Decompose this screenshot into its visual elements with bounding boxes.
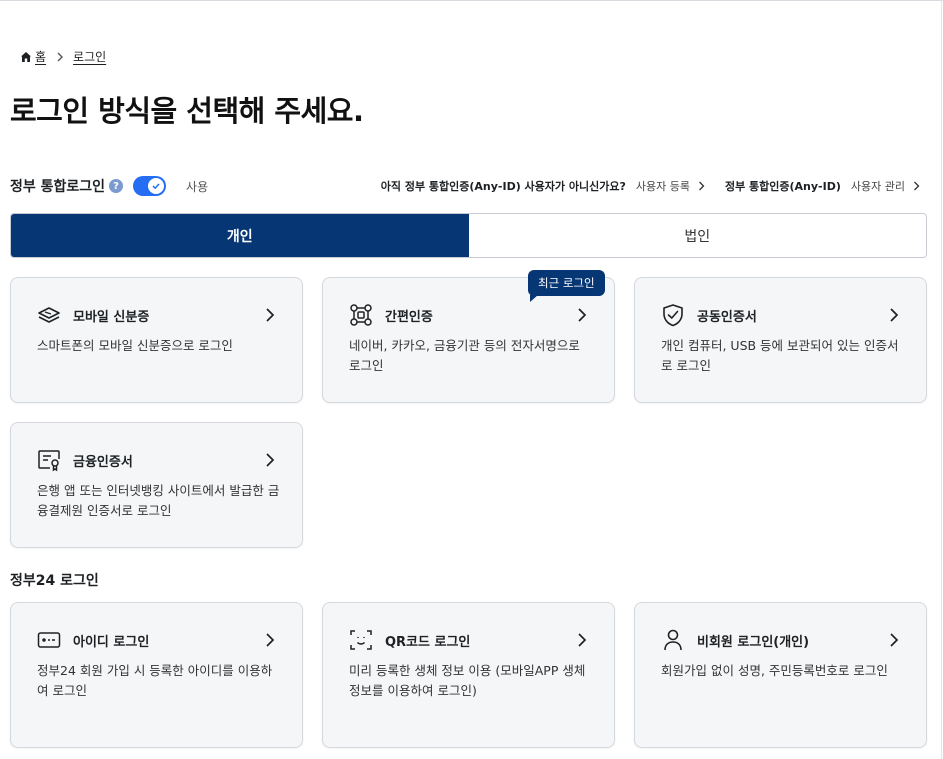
card-title: 비회원 로그인(개인) xyxy=(697,634,810,650)
card-description: 정부24 회원 가입 시 등록한 아이디를 이용하여 로그인 xyxy=(37,663,273,698)
card-financial-certificate[interactable]: 금융인증서 은행 앱 또는 인터넷뱅킹 사이트에서 발급한 금융결제원 인증서로… xyxy=(10,422,303,548)
card-guest-login[interactable]: 비회원 로그인(개인) 회원가입 없이 성명, 주민등록번호로 로그인 xyxy=(634,602,927,748)
toggle-label: 사용 xyxy=(186,179,209,194)
gov24-section-title: 정부24 로그인 xyxy=(10,573,99,589)
card-qr-login[interactable]: QR코드 로그인 미리 등록한 생체 정보 이용 (모바일APP 생체정보를 이… xyxy=(322,602,615,748)
card-description: 회원가입 없이 성명, 주민등록번호로 로그인 xyxy=(661,663,888,678)
card-mobile-id[interactable]: 모바일 신분증 스마트폰의 모바일 신분증으로 로그인 xyxy=(10,277,303,403)
card-title: 모바일 신분증 xyxy=(73,309,150,325)
recent-login-badge: 최근 로그인 xyxy=(528,270,605,302)
top-divider xyxy=(0,0,943,1)
card-description: 미리 등록한 생체 정보 이용 (모바일APP 생체정보를 이용하여 로그인) xyxy=(349,663,586,698)
card-title: 공동인증서 xyxy=(697,309,757,325)
simple-auth-icon xyxy=(349,303,373,327)
chevron-right-icon xyxy=(264,307,276,323)
tab-individual[interactable]: 개인 xyxy=(11,214,469,257)
gov-links: 아직 정부 통합인증(Any-ID) 사용자가 아니신가요? 사용자 등록 정부… xyxy=(381,178,920,194)
mobile-id-icon xyxy=(37,303,61,327)
card-description: 네이버, 카카오, 금융기관 등의 전자서명으로 로그인 xyxy=(349,338,580,373)
chevron-right-icon xyxy=(913,181,920,191)
tab-corporate[interactable]: 법인 xyxy=(468,214,926,257)
chevron-right-icon xyxy=(888,307,900,323)
gov-login-label: 정부 통합로그인 xyxy=(10,179,106,195)
manage-link[interactable]: 사용자 관리 xyxy=(851,178,920,194)
chevron-right-icon xyxy=(264,632,276,648)
card-id-login[interactable]: 아이디 로그인 정부24 회원 가입 시 등록한 아이디를 이용하여 로그인 xyxy=(10,602,303,748)
page-title: 로그인 방식을 선택해 주세요. xyxy=(10,94,364,128)
certificate-icon xyxy=(37,448,61,472)
person-icon xyxy=(661,628,685,652)
breadcrumb-home-link[interactable]: 홈 xyxy=(35,48,46,65)
chevron-right-icon xyxy=(888,632,900,648)
manage-link-label: 사용자 관리 xyxy=(850,180,905,193)
card-title: 금융인증서 xyxy=(73,454,133,470)
register-question: 아직 정부 통합인증(Any-ID) 사용자가 아니신가요? xyxy=(380,180,626,193)
breadcrumb-current-link[interactable]: 로그인 xyxy=(73,48,106,65)
card-title: 간편인증 xyxy=(385,309,433,325)
recent-login-label: 최근 로그인 xyxy=(538,276,595,290)
chevron-right-icon xyxy=(264,452,276,468)
register-link[interactable]: 사용자 등록 xyxy=(636,178,705,194)
card-description: 은행 앱 또는 인터넷뱅킹 사이트에서 발급한 금융결제원 인증서로 로그인 xyxy=(37,483,280,518)
breadcrumb: 홈 로그인 xyxy=(20,48,106,65)
chevron-right-icon xyxy=(698,181,705,191)
register-link-label: 사용자 등록 xyxy=(635,180,690,193)
help-icon[interactable]: ? xyxy=(109,179,124,193)
user-type-tabs: 개인 법인 xyxy=(10,213,927,258)
card-description: 개인 컴퓨터, USB 등에 보관되어 있는 인증서로 로그인 xyxy=(661,338,899,373)
card-description: 스마트폰의 모바일 신분증으로 로그인 xyxy=(37,338,233,353)
check-icon xyxy=(148,178,165,194)
qr-face-icon xyxy=(349,628,373,652)
manage-title: 정부 통합인증(Any-ID) xyxy=(724,180,841,193)
id-password-icon xyxy=(37,628,61,652)
card-joint-certificate[interactable]: 공동인증서 개인 컴퓨터, USB 등에 보관되어 있는 인증서로 로그인 xyxy=(634,277,927,403)
chevron-right-icon xyxy=(576,632,588,648)
gov-login-toggle[interactable] xyxy=(133,176,167,196)
right-divider xyxy=(941,0,942,759)
card-title: QR코드 로그인 xyxy=(385,634,471,650)
chevron-right-icon xyxy=(56,52,64,62)
card-title: 아이디 로그인 xyxy=(73,634,150,650)
shield-check-icon xyxy=(661,303,685,327)
gov-login-row: 정부 통합로그인 ? 사용 아직 정부 통합인증(Any-ID) 사용자가 아니… xyxy=(10,174,920,198)
home-icon xyxy=(20,51,32,63)
chevron-right-icon xyxy=(576,307,588,323)
